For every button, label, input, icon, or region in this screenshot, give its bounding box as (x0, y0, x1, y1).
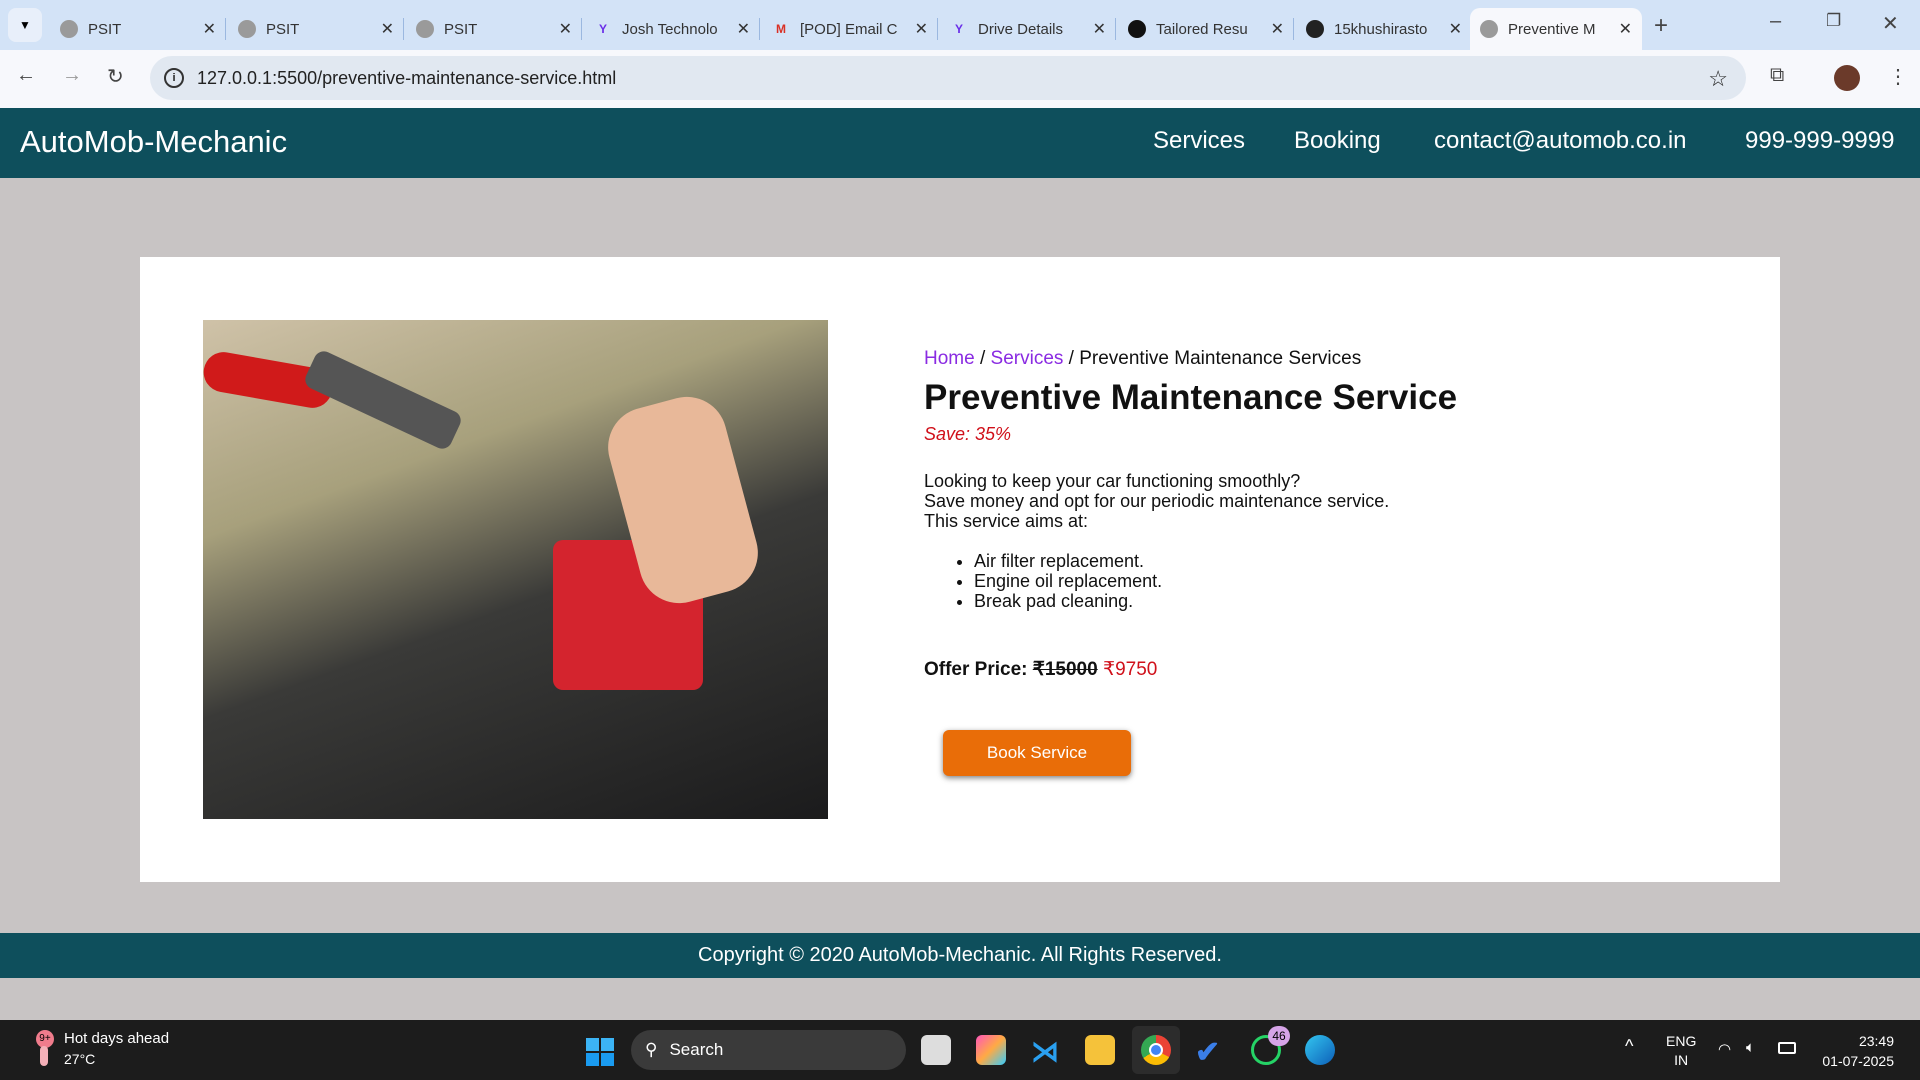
josh-logo-icon: Y (598, 22, 607, 36)
site-header: AutoMob-Mechanic Services Booking contac… (0, 108, 1920, 178)
gmail-icon: M (776, 22, 786, 36)
list-item: Break pad cleaning. (974, 591, 1457, 611)
old-price: ₹15000 (1032, 659, 1098, 680)
list-item: Air filter replacement. (974, 551, 1457, 571)
nav-booking[interactable]: Booking (1294, 127, 1381, 155)
globe-icon (60, 20, 78, 38)
restore-button[interactable]: ❐ (1826, 11, 1841, 31)
close-icon[interactable]: ✕ (1619, 19, 1632, 39)
taskbar: 9+ Hot days ahead 27°C ⚲ Search ⋊ ✔ 46 ^ … (0, 1020, 1920, 1080)
address-bar-row: ← → ↻ i 127.0.0.1:5500/preventive-mainte… (0, 50, 1920, 108)
tab[interactable]: M [POD] Email C ✕ (762, 8, 938, 50)
list-item: Engine oil replacement. (974, 571, 1457, 591)
offer-price: Offer Price: ₹15000 ₹9750 (924, 659, 1158, 680)
bookmark-star-icon[interactable]: ☆ (1708, 66, 1728, 92)
close-icon[interactable]: ✕ (1449, 19, 1462, 39)
tab-active[interactable]: Preventive M ✕ (1470, 8, 1642, 50)
tab[interactable]: Y Drive Details ✕ (940, 8, 1116, 50)
tab[interactable]: PSIT ✕ (50, 8, 226, 50)
edge-icon[interactable] (1305, 1035, 1335, 1065)
breadcrumb-services[interactable]: Services (991, 348, 1064, 369)
whatsapp-icon[interactable]: 46 (1251, 1026, 1290, 1065)
battery-icon[interactable] (1778, 1042, 1796, 1054)
tab[interactable]: Y Josh Technolo ✕ (584, 8, 760, 50)
search-icon: ⚲ (645, 1040, 658, 1059)
nav-phone[interactable]: 999-999-9999 (1745, 127, 1894, 155)
globe-icon (238, 20, 256, 38)
close-icon[interactable]: ✕ (381, 19, 394, 39)
copilot-icon[interactable] (976, 1035, 1006, 1065)
service-image (203, 320, 828, 819)
tab-bar: ▼ PSIT ✕ PSIT ✕ PSIT ✕ Y Josh Technolo ✕ M [PO… (0, 0, 1920, 50)
menu-icon[interactable]: ⋮ (1888, 64, 1908, 89)
github-icon (1306, 20, 1324, 38)
minimize-button[interactable]: – (1770, 10, 1781, 33)
tab[interactable]: PSIT ✕ (228, 8, 404, 50)
close-icon[interactable]: ✕ (915, 19, 928, 39)
tab[interactable]: PSIT ✕ (406, 8, 582, 50)
breadcrumb-home[interactable]: Home (924, 348, 975, 369)
extensions-icon[interactable]: ⧉ (1770, 64, 1784, 87)
feature-list: Air filter replacement. Engine oil repla… (974, 551, 1457, 611)
chrome-taskbar-button[interactable] (1132, 1026, 1180, 1074)
close-icon[interactable]: ✕ (203, 19, 216, 39)
nav-services[interactable]: Services (1153, 127, 1245, 155)
service-card: Home / Services / Preventive Maintenance… (140, 257, 1780, 882)
close-icon[interactable]: ✕ (1093, 19, 1106, 39)
file-explorer-icon[interactable] (1085, 1035, 1115, 1065)
service-info: Home / Services / Preventive Maintenance… (924, 348, 1457, 681)
description: Looking to keep your car functioning smo… (924, 471, 1390, 531)
language-indicator[interactable]: ENG IN (1666, 1032, 1696, 1070)
close-icon[interactable]: ✕ (737, 19, 750, 39)
discount-label: Save: 35% (924, 424, 1012, 444)
profile-avatar[interactable] (1834, 65, 1860, 91)
url-input[interactable]: i 127.0.0.1:5500/preventive-maintenance-… (150, 56, 1746, 100)
close-window-button[interactable]: ✕ (1882, 11, 1899, 36)
nav-email[interactable]: contact@automob.co.in (1434, 127, 1687, 155)
breadcrumb-current: Preventive Maintenance Services (1079, 348, 1362, 369)
volume-icon[interactable]: 🔈︎ (1746, 1039, 1755, 1056)
back-icon[interactable]: ← (16, 64, 36, 87)
josh-logo-icon: Y (954, 22, 963, 36)
forward-icon[interactable]: → (62, 64, 82, 87)
site-logo[interactable]: AutoMob-Mechanic (20, 124, 287, 160)
globe-icon (416, 20, 434, 38)
new-price: ₹9750 (1102, 659, 1158, 680)
breadcrumb: Home / Services / Preventive Maintenance… (924, 348, 1362, 369)
todo-icon[interactable]: ✔ (1195, 1035, 1225, 1069)
close-icon[interactable]: ✕ (559, 19, 572, 39)
clock[interactable]: 23:49 01-07-2025 (1822, 1031, 1894, 1071)
wifi-icon[interactable]: ◠ (1718, 1040, 1731, 1058)
task-view-icon[interactable] (921, 1035, 951, 1065)
site-info-icon[interactable]: i (164, 68, 184, 88)
new-tab-button[interactable]: + (1654, 12, 1668, 40)
globe-icon (1480, 20, 1498, 38)
tab-search-button[interactable]: ▼ (8, 8, 42, 42)
close-icon[interactable]: ✕ (1271, 19, 1284, 39)
book-service-button[interactable]: Book Service (943, 730, 1131, 776)
tab[interactable]: 15khushirasto ✕ (1296, 8, 1472, 50)
windows-start-icon[interactable] (586, 1038, 614, 1066)
vscode-icon[interactable]: ⋊ (1031, 1035, 1061, 1067)
tab[interactable]: Tailored Resu ✕ (1118, 8, 1294, 50)
page-title: Preventive Maintenance Service (924, 378, 1458, 417)
site-footer: Copyright © 2020 AutoMob-Mechanic. All R… (0, 933, 1920, 978)
weather-icon[interactable]: 9+ (26, 1030, 54, 1068)
reload-icon[interactable]: ↻ (107, 64, 124, 89)
taskbar-search[interactable]: ⚲ Search (631, 1030, 906, 1070)
chevron-up-icon[interactable]: ^ (1625, 1036, 1633, 1057)
openai-icon (1128, 20, 1146, 38)
